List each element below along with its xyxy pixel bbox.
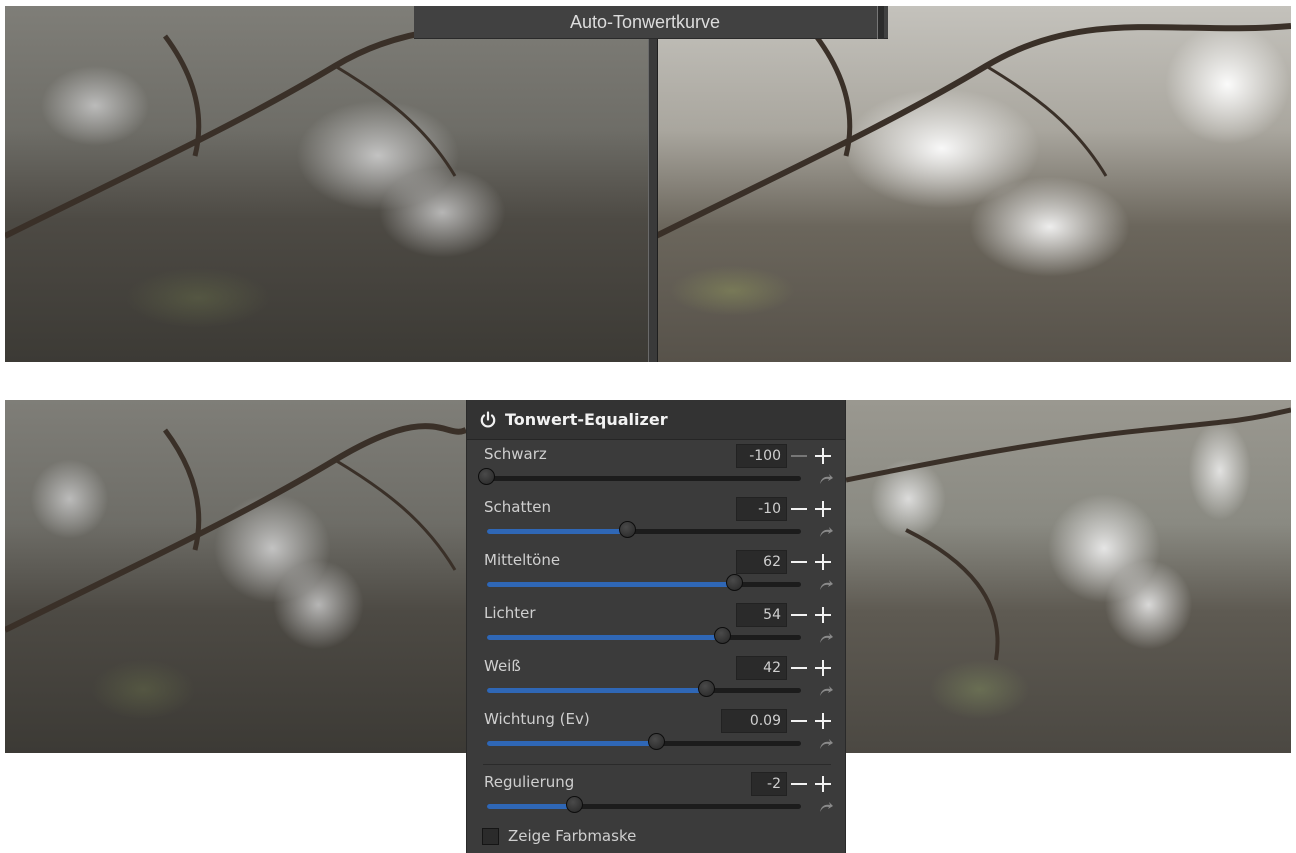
plus-icon-v: [822, 554, 824, 570]
tone-equalizer-panel: Tonwert-Equalizer Schwarz -100 Schatten -10…: [466, 400, 846, 853]
screenshot-canvas: Auto-Tonwertkurve Tonwert-Equalizer Schw…: [0, 0, 1296, 853]
reset-icon[interactable]: [819, 632, 833, 644]
photo-after-bottom: [846, 400, 1291, 753]
increment-button[interactable]: [813, 446, 833, 466]
slider-label: Wichtung (Ev): [484, 710, 590, 728]
plus-icon-v: [822, 660, 824, 676]
increment-button[interactable]: [813, 605, 833, 625]
slider-value-input[interactable]: 54: [736, 603, 787, 627]
slider-row-regulierung: Regulierung -2: [467, 772, 845, 825]
branch-drawing: [656, 23, 1291, 239]
minus-icon: [791, 508, 807, 510]
photo-after-top: [656, 6, 1291, 362]
branch-drawing: [5, 423, 466, 633]
slider-fill: [487, 741, 657, 746]
slider-row-schwarz: Schwarz -100: [467, 444, 845, 497]
split-divider-handle[interactable]: [648, 6, 658, 362]
slider-label: Regulierung: [484, 773, 575, 791]
reset-icon[interactable]: [819, 685, 833, 697]
branch-drawing: [846, 407, 1291, 661]
slider-track[interactable]: [487, 627, 801, 644]
increment-button[interactable]: [813, 658, 833, 678]
increment-button[interactable]: [813, 552, 833, 572]
photo-before-top: [5, 6, 648, 362]
slider-track[interactable]: [487, 733, 801, 750]
slider-thumb[interactable]: [619, 521, 636, 538]
decrement-button[interactable]: [789, 499, 809, 519]
minus-icon: [791, 614, 807, 616]
slider-value-input[interactable]: 62: [736, 550, 787, 574]
branch-drawing: [5, 23, 648, 239]
plus-icon-v: [822, 448, 824, 464]
slider-thumb[interactable]: [726, 574, 743, 591]
slider-label: Lichter: [484, 604, 536, 622]
reset-icon[interactable]: [819, 526, 833, 538]
slider-fill: [487, 804, 575, 809]
decrement-button[interactable]: [789, 446, 809, 466]
reset-icon[interactable]: [819, 473, 833, 485]
slider-label: Schatten: [484, 498, 551, 516]
slider-row-schatten: Schatten -10: [467, 497, 845, 550]
reset-icon[interactable]: [819, 801, 833, 813]
increment-button[interactable]: [813, 774, 833, 794]
slider-track[interactable]: [487, 574, 801, 591]
slider-value-input[interactable]: -2: [751, 772, 787, 796]
show-color-mask-label: Zeige Farbmaske: [508, 827, 637, 845]
slider-value-input[interactable]: -100: [736, 444, 787, 468]
slider-fill: [487, 582, 735, 587]
panel-header[interactable]: Tonwert-Equalizer: [467, 400, 845, 440]
decrement-button[interactable]: [789, 605, 809, 625]
slider-track[interactable]: [487, 680, 801, 697]
title-bar-handle[interactable]: [877, 6, 884, 39]
increment-button[interactable]: [813, 711, 833, 731]
slider-thumb[interactable]: [648, 733, 665, 750]
slider-value-input[interactable]: 42: [736, 656, 787, 680]
slider-value-input[interactable]: -10: [736, 497, 787, 521]
separator: [483, 764, 831, 765]
slider-track[interactable]: [487, 521, 801, 538]
minus-icon: [791, 783, 807, 785]
slider-row-mitteltoene: Mitteltöne 62: [467, 550, 845, 603]
decrement-button[interactable]: [789, 711, 809, 731]
slider-thumb[interactable]: [714, 627, 731, 644]
slider-fill: [487, 635, 723, 640]
slider-fill: [487, 529, 628, 534]
slider-fill: [487, 688, 707, 693]
decrement-button[interactable]: [789, 774, 809, 794]
photo-before-bottom: [5, 400, 466, 753]
comparison-title-bar: Auto-Tonwertkurve: [414, 6, 888, 39]
minus-icon: [791, 667, 807, 669]
plus-icon-v: [822, 776, 824, 792]
increment-button[interactable]: [813, 499, 833, 519]
slider-row-lichter: Lichter 54: [467, 603, 845, 656]
panel-title: Tonwert-Equalizer: [505, 410, 668, 429]
slider-label: Mitteltöne: [484, 551, 561, 569]
slider-track[interactable]: [478, 468, 801, 485]
slider-thumb[interactable]: [566, 796, 583, 813]
slider-value-input[interactable]: 0.09: [721, 709, 787, 733]
plus-icon-v: [822, 501, 824, 517]
plus-icon-v: [822, 607, 824, 623]
power-icon[interactable]: [479, 411, 497, 429]
slider-label: Weiß: [484, 657, 521, 675]
show-color-mask-checkbox[interactable]: [482, 828, 499, 845]
reset-icon[interactable]: [819, 579, 833, 591]
minus-icon: [791, 720, 807, 722]
decrement-button[interactable]: [789, 658, 809, 678]
slider-label: Schwarz: [484, 445, 547, 463]
comparison-title: Auto-Tonwertkurve: [569, 12, 721, 32]
decrement-button[interactable]: [789, 552, 809, 572]
slider-row-weiss: Weiß 42: [467, 656, 845, 709]
minus-icon: [791, 561, 807, 563]
slider-row-wichtung: Wichtung (Ev) 0.09: [467, 709, 845, 762]
slider-thumb[interactable]: [478, 468, 495, 485]
slider-track[interactable]: [487, 796, 801, 813]
plus-icon-v: [822, 713, 824, 729]
reset-icon[interactable]: [819, 738, 833, 750]
minus-icon: [791, 455, 807, 457]
slider-thumb[interactable]: [698, 680, 715, 697]
